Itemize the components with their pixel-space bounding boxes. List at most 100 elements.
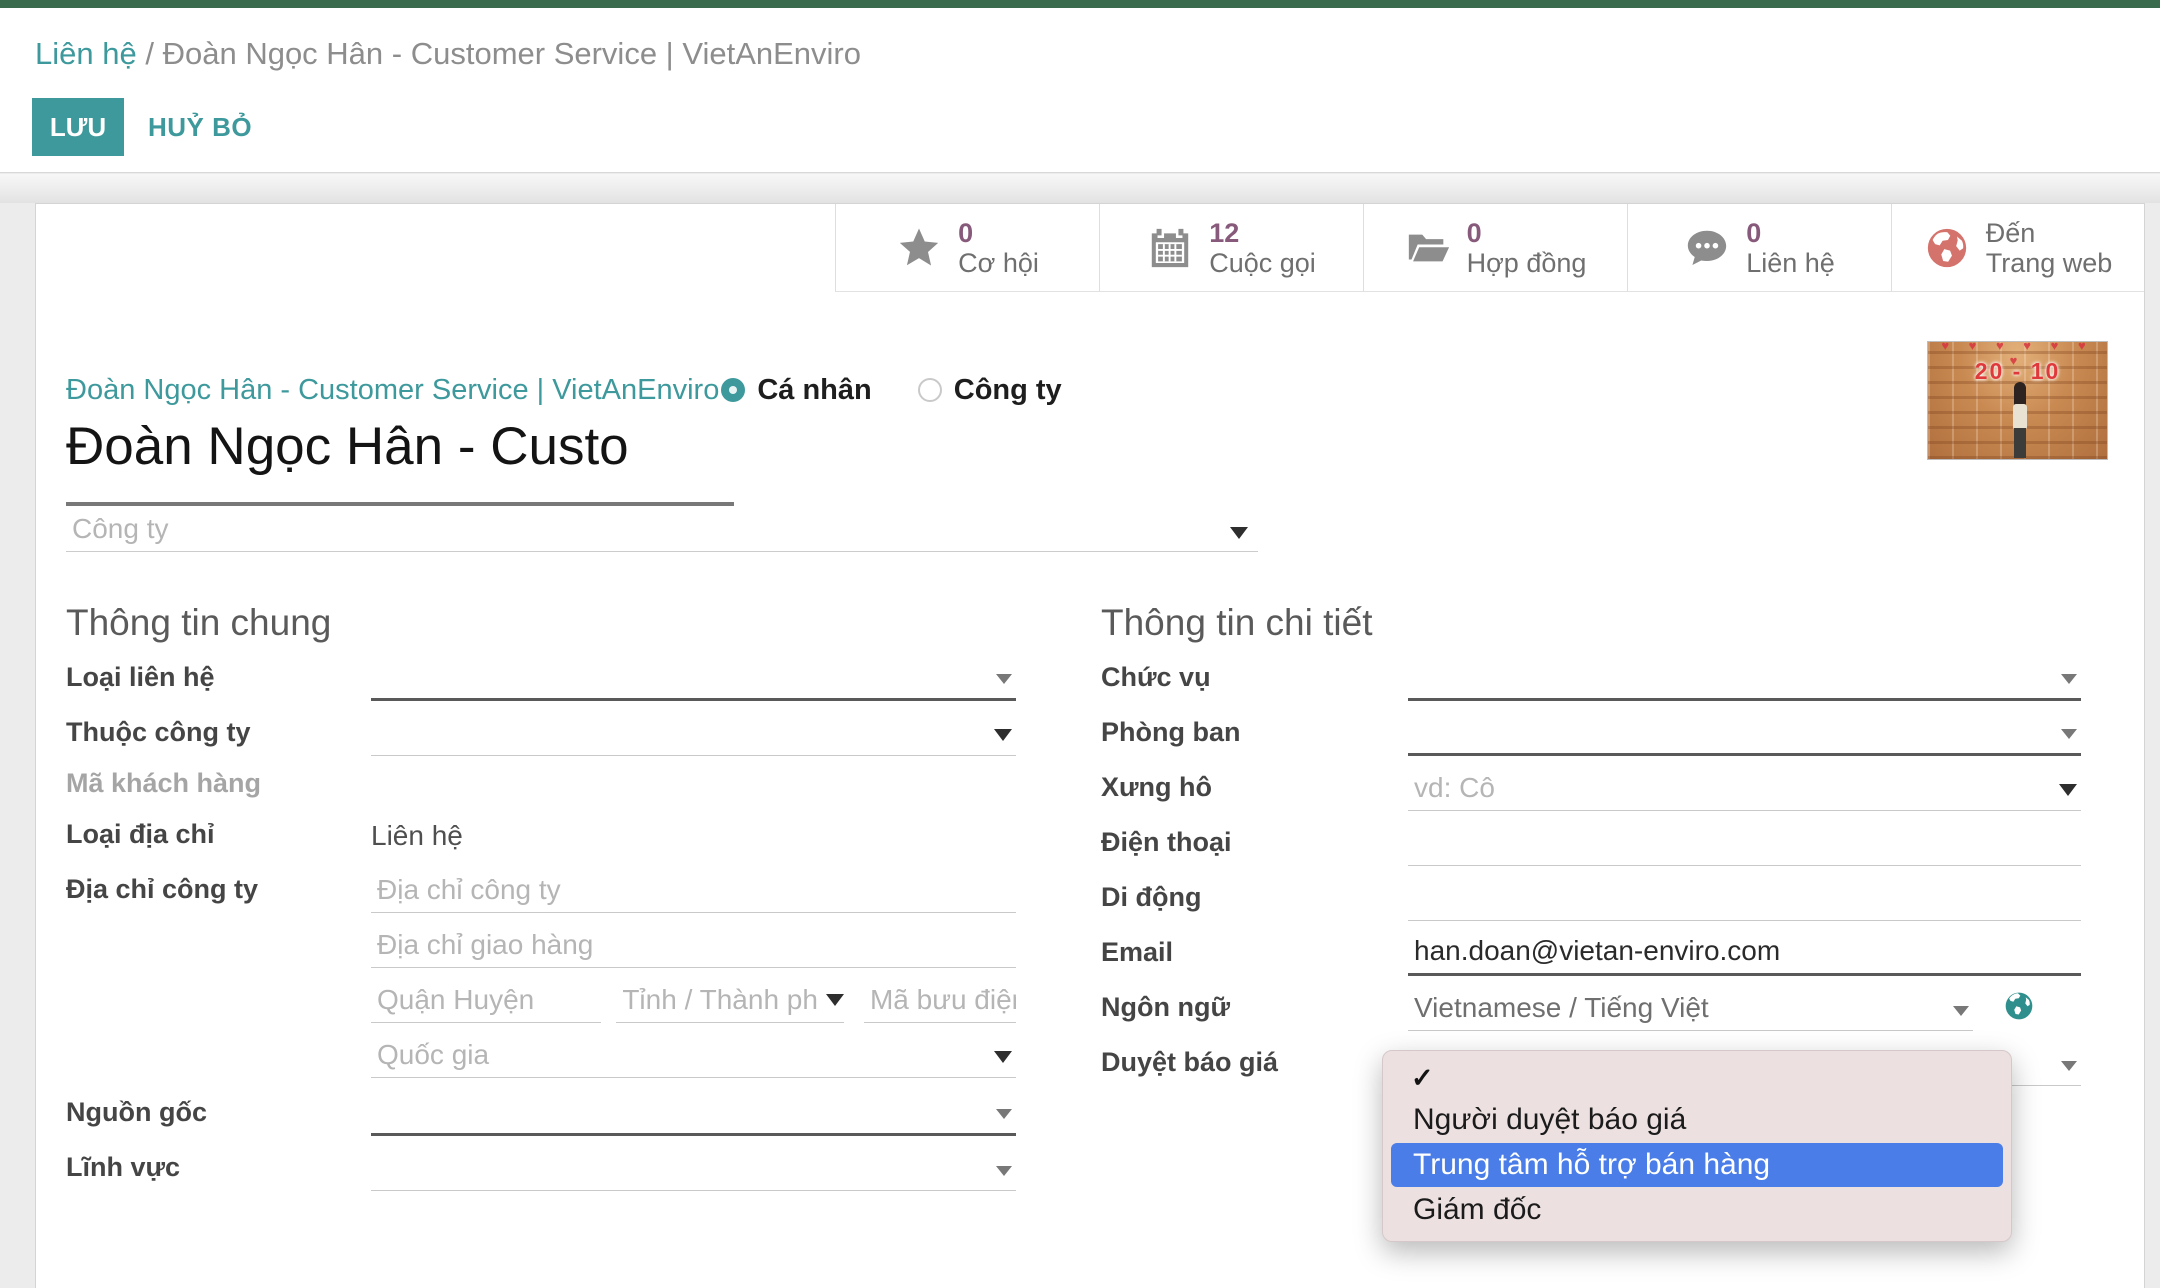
company-placeholder: Công ty xyxy=(72,513,169,545)
language-caret-icon[interactable] xyxy=(1953,1006,1969,1016)
stat-value-calls: 12 xyxy=(1209,218,1316,248)
customer-code-field[interactable] xyxy=(371,767,1016,807)
calendar-icon xyxy=(1147,225,1193,271)
quote-approval-dropdown: ✓ Người duyệt báo giá Trung tâm hỗ trợ b… xyxy=(1382,1050,2012,1242)
stat-label-contacts: Liên hệ xyxy=(1746,248,1835,278)
job-label: Chức vụ xyxy=(1101,662,1408,701)
parent-company-select[interactable] xyxy=(371,712,1016,756)
address-type-value-field[interactable]: Liên hệ xyxy=(371,818,1016,858)
job-select[interactable] xyxy=(1408,657,2081,701)
field-address-type: Loại địa chỉ Liên hệ xyxy=(66,818,1016,858)
breadcrumb-contacts-link[interactable]: Liên hệ xyxy=(35,36,137,71)
breadcrumb: Liên hệ / Đoàn Ngọc Hân - Customer Servi… xyxy=(35,36,861,72)
zip-input[interactable]: Mã bưu điện xyxy=(864,979,1016,1023)
source-select[interactable] xyxy=(371,1092,1016,1136)
phone-input[interactable] xyxy=(1408,822,2081,866)
stat-row-spacer xyxy=(36,204,835,292)
field-phone: Điện thoại xyxy=(1101,822,2081,866)
industry-caret-icon[interactable] xyxy=(996,1166,1012,1176)
contact-type-label: Loại liên hệ xyxy=(66,662,371,701)
department-caret-icon[interactable] xyxy=(2061,729,2077,739)
stat-button-calls[interactable]: 12 Cuộc gọi xyxy=(1099,204,1363,292)
field-salutation: Xưng hô vd: Cô xyxy=(1101,767,2081,811)
save-button[interactable]: LƯU xyxy=(32,98,124,156)
stat-button-website[interactable]: Đến Trang web xyxy=(1891,204,2144,292)
stat-button-row: 0 Cơ hội 12 Cuộc gọi xyxy=(36,204,2144,292)
stat-label-calls: Cuộc gọi xyxy=(1209,248,1316,278)
contact-name-value: Đoàn Ngọc Hân - Custo xyxy=(66,416,734,477)
stat-value-opportunities: 0 xyxy=(958,218,1039,248)
radio-company-label[interactable]: Công ty xyxy=(954,374,1062,407)
company-address-input[interactable]: Địa chỉ công ty xyxy=(371,869,1016,913)
industry-label: Lĩnh vực xyxy=(66,1152,371,1191)
contact-type-caret-icon[interactable] xyxy=(996,674,1012,684)
company-caret-icon[interactable] xyxy=(1230,527,1248,539)
top-green-bar xyxy=(0,0,2160,8)
email-input[interactable]: han.doan@vietan-enviro.com xyxy=(1408,932,2081,976)
odoo-contact-form-screen: Liên hệ / Đoàn Ngọc Hân - Customer Servi… xyxy=(0,0,2160,1288)
language-select[interactable]: Vietnamese / Tiếng Việt xyxy=(1408,987,1973,1031)
field-contact-type: Loại liên hệ xyxy=(66,657,1016,701)
dropdown-option-empty-selected[interactable]: ✓ xyxy=(1383,1057,2011,1099)
language-value: Vietnamese / Tiếng Việt xyxy=(1408,992,1709,1030)
dropdown-option-2-highlighted[interactable]: Trung tâm hỗ trợ bán hàng xyxy=(1391,1143,2003,1187)
industry-select[interactable] xyxy=(371,1147,1016,1191)
radio-personal-label[interactable]: Cá nhân xyxy=(757,374,871,407)
city-placeholder: Tỉnh / Thành ph xyxy=(616,984,818,1022)
contact-type-select[interactable] xyxy=(371,657,1016,701)
source-caret-icon[interactable] xyxy=(996,1109,1012,1119)
breadcrumb-separator: / xyxy=(145,36,162,71)
field-country: Quốc gia xyxy=(66,1034,1016,1078)
company-input[interactable]: Công ty xyxy=(66,512,1258,552)
salutation-caret-icon[interactable] xyxy=(2059,784,2077,796)
field-job: Chức vụ xyxy=(1101,657,2081,701)
source-label: Nguồn gốc xyxy=(66,1097,371,1136)
language-globe-icon[interactable] xyxy=(2003,990,2035,1022)
district-input[interactable]: Quận Huyện xyxy=(371,979,601,1023)
parent-company-caret-icon[interactable] xyxy=(994,729,1012,741)
stat-label-contracts: Hợp đồng xyxy=(1467,248,1587,278)
company-address-label: Địa chỉ công ty xyxy=(66,874,371,913)
contact-photo[interactable]: ♥ ♥ ♥ ♥ ♥ ♥ ♥ 20 - 10 xyxy=(1927,341,2108,460)
photo-person-silhouette xyxy=(2012,382,2028,458)
department-select[interactable] xyxy=(1408,712,2081,756)
folder-open-icon xyxy=(1405,225,1451,271)
department-label: Phòng ban xyxy=(1101,717,1408,756)
quote-approval-caret-icon[interactable] xyxy=(2061,1061,2077,1071)
city-select[interactable]: Tỉnh / Thành ph xyxy=(616,979,844,1023)
discard-button[interactable]: HUỶ BỎ xyxy=(148,98,252,156)
stat-value-contacts: 0 xyxy=(1746,218,1835,248)
job-caret-icon[interactable] xyxy=(2061,674,2077,684)
radio-company[interactable] xyxy=(918,378,942,402)
address-type-value: Liên hệ xyxy=(371,820,463,858)
star-icon xyxy=(896,225,942,271)
salutation-select[interactable]: vd: Cô xyxy=(1408,767,2081,811)
field-delivery-address: Địa chỉ giao hàng xyxy=(66,924,1016,968)
phone-label: Điện thoại xyxy=(1101,827,1408,866)
dropdown-option-3[interactable]: Giám đốc xyxy=(1383,1189,2011,1231)
city-caret-icon[interactable] xyxy=(826,994,844,1006)
field-department: Phòng ban xyxy=(1101,712,2081,756)
field-city-row: Quận Huyện Tỉnh / Thành ph Mã bưu điện xyxy=(66,979,1016,1023)
field-email: Email han.doan@vietan-enviro.com xyxy=(1101,932,2081,976)
parent-contact-link[interactable]: Đoàn Ngọc Hân - Customer Service | VietA… xyxy=(66,374,719,407)
stat-button-contracts[interactable]: 0 Hợp đồng xyxy=(1363,204,1627,292)
country-select[interactable]: Quốc gia xyxy=(371,1034,1016,1078)
email-label: Email xyxy=(1101,937,1408,976)
country-caret-icon[interactable] xyxy=(994,1051,1012,1063)
delivery-address-placeholder: Địa chỉ giao hàng xyxy=(371,929,593,967)
mobile-input[interactable] xyxy=(1408,877,2081,921)
dropdown-option-1[interactable]: Người duyệt báo giá xyxy=(1383,1099,2011,1141)
detail-info-section: Thông tin chi tiết Chức vụ Phòng ban Xưn… xyxy=(1101,601,2081,1097)
address-type-label: Loại địa chỉ xyxy=(66,819,371,858)
radio-personal[interactable] xyxy=(721,378,745,402)
field-mobile: Di động xyxy=(1101,877,2081,921)
stat-button-opportunities[interactable]: 0 Cơ hội xyxy=(835,204,1099,292)
delivery-address-input[interactable]: Địa chỉ giao hàng xyxy=(371,924,1016,968)
stat-label-website: Trang web xyxy=(1986,248,2113,278)
record-type-row: Đoàn Ngọc Hân - Customer Service | VietA… xyxy=(66,372,1108,408)
stat-button-contacts[interactable]: 0 Liên hệ xyxy=(1627,204,1891,292)
salutation-label: Xưng hô xyxy=(1101,772,1408,811)
contact-name-input[interactable]: Đoàn Ngọc Hân - Custo xyxy=(66,416,734,506)
email-value: han.doan@vietan-enviro.com xyxy=(1408,935,1780,973)
